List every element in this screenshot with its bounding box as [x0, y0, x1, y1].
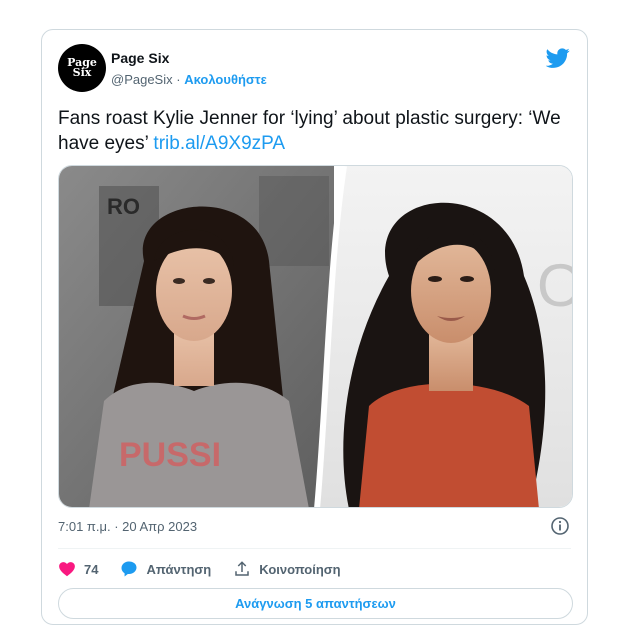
- tweet-card[interactable]: Page Six Page Six @PageSix · Ακολουθήστε…: [41, 29, 588, 625]
- share-label: Κοινοποίηση: [259, 561, 341, 577]
- tweet-body: Fans roast Kylie Jenner for ‘lying’ abou…: [58, 108, 561, 154]
- author-name[interactable]: Page Six: [111, 50, 169, 66]
- divider: [58, 548, 571, 549]
- like-button[interactable]: 74: [58, 560, 98, 578]
- left-sign-text: RO: [107, 194, 140, 219]
- handle-separator: ·: [176, 72, 181, 87]
- twitter-bird-icon[interactable]: [546, 46, 570, 70]
- right-top: [359, 383, 539, 507]
- follow-button[interactable]: Ακολουθήστε: [184, 72, 267, 87]
- read-replies-button[interactable]: Ανάγνωση 5 απαντήσεων: [58, 588, 573, 619]
- media-image: RO PUSSI O: [59, 166, 573, 507]
- tweet-actions: 74 Απάντηση Κοινοποίηση: [58, 558, 363, 580]
- left-face: [156, 241, 232, 341]
- tweet-media[interactable]: RO PUSSI O: [58, 165, 573, 508]
- left-eye-left: [173, 278, 185, 284]
- right-eye-right: [460, 276, 474, 282]
- avatar-text-line2: Six: [72, 66, 92, 79]
- right-sign-text: O: [537, 252, 573, 319]
- left-eye-right: [203, 278, 215, 284]
- author-handle-row: @PageSix · Ακολουθήστε: [111, 72, 267, 87]
- avatar[interactable]: Page Six: [58, 44, 106, 92]
- tweet-timestamp[interactable]: 7:01 π.μ. · 20 Απρ 2023: [58, 519, 197, 534]
- reply-label: Απάντηση: [146, 561, 212, 577]
- reply-button[interactable]: Απάντηση: [120, 560, 211, 578]
- like-count: 74: [84, 561, 99, 577]
- share-button[interactable]: Κοινοποίηση: [233, 560, 341, 578]
- reply-bubble-icon: [121, 561, 137, 577]
- author-handle[interactable]: @PageSix: [111, 72, 173, 87]
- right-eye-left: [428, 276, 442, 282]
- share-icon: [235, 561, 249, 576]
- tweet-link[interactable]: trib.al/A9X9zPA: [153, 133, 285, 154]
- tweet-text: Fans roast Kylie Jenner for ‘lying’ abou…: [58, 106, 573, 156]
- heart-icon: [59, 562, 75, 577]
- left-shirt-text: PUSSI: [119, 436, 221, 474]
- info-icon[interactable]: [550, 516, 570, 536]
